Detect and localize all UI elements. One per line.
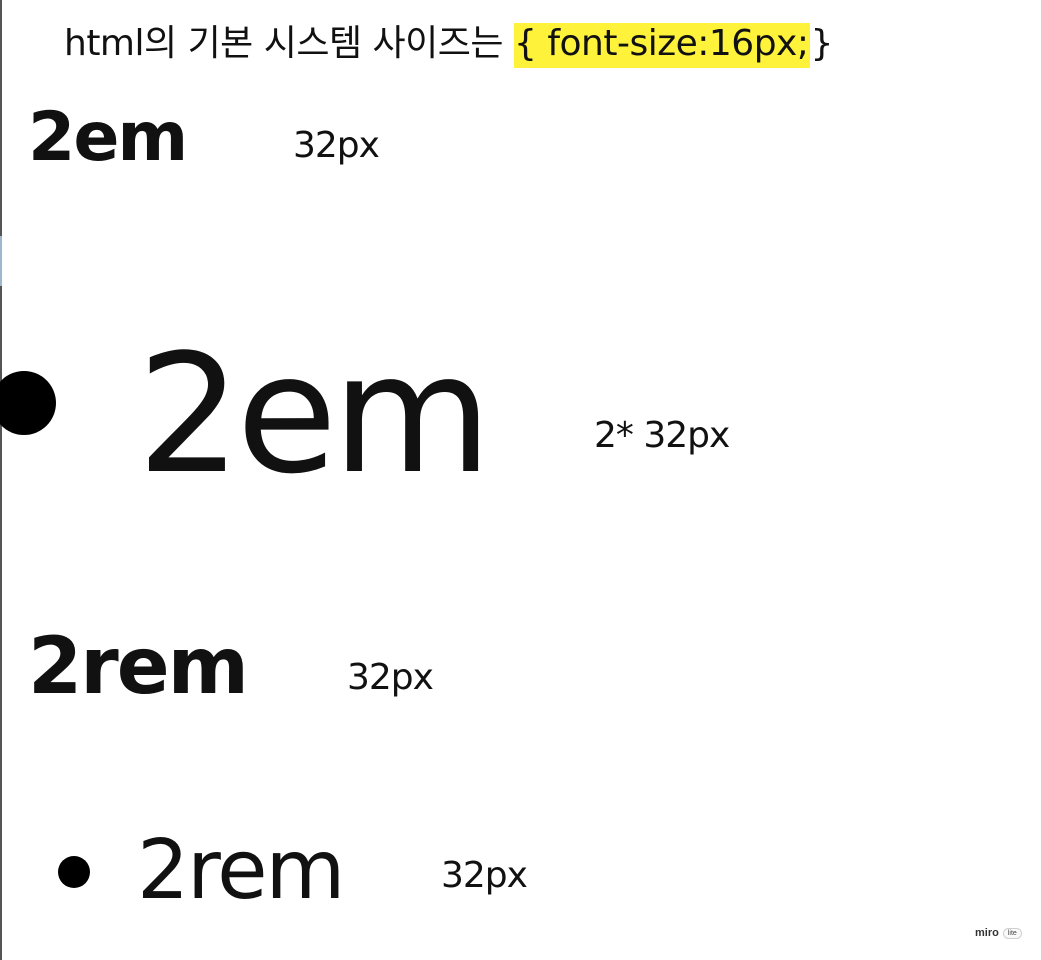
miro-logo[interactable]: miro lite bbox=[975, 925, 1022, 941]
label-2rem-normal: 2rem bbox=[137, 823, 345, 918]
bullet-large-icon bbox=[0, 371, 56, 435]
heading-highlight: { font-size:16px; bbox=[513, 23, 811, 68]
heading-line: html의 기본 시스템 사이즈는 { font-size:16px;} bbox=[64, 23, 833, 68]
label-2em-large: 2em bbox=[137, 319, 492, 510]
miro-logo-text: miro bbox=[975, 927, 999, 939]
miro-lite-badge: lite bbox=[1002, 927, 1022, 939]
bullet-small-icon bbox=[58, 856, 90, 888]
canvas-edge-marker bbox=[0, 236, 2, 286]
heading-suffix: } bbox=[810, 23, 833, 64]
label-2em-bold: 2em bbox=[28, 98, 188, 177]
value-32px-first: 32px bbox=[293, 125, 380, 166]
value-32px-third: 32px bbox=[441, 855, 528, 896]
value-2x32px: 2* 32px bbox=[594, 415, 730, 456]
canvas-left-border bbox=[0, 0, 2, 960]
label-2rem-bold: 2rem bbox=[28, 622, 249, 712]
value-32px-second: 32px bbox=[347, 657, 434, 698]
heading-prefix: html의 기본 시스템 사이즈는 bbox=[64, 23, 514, 64]
